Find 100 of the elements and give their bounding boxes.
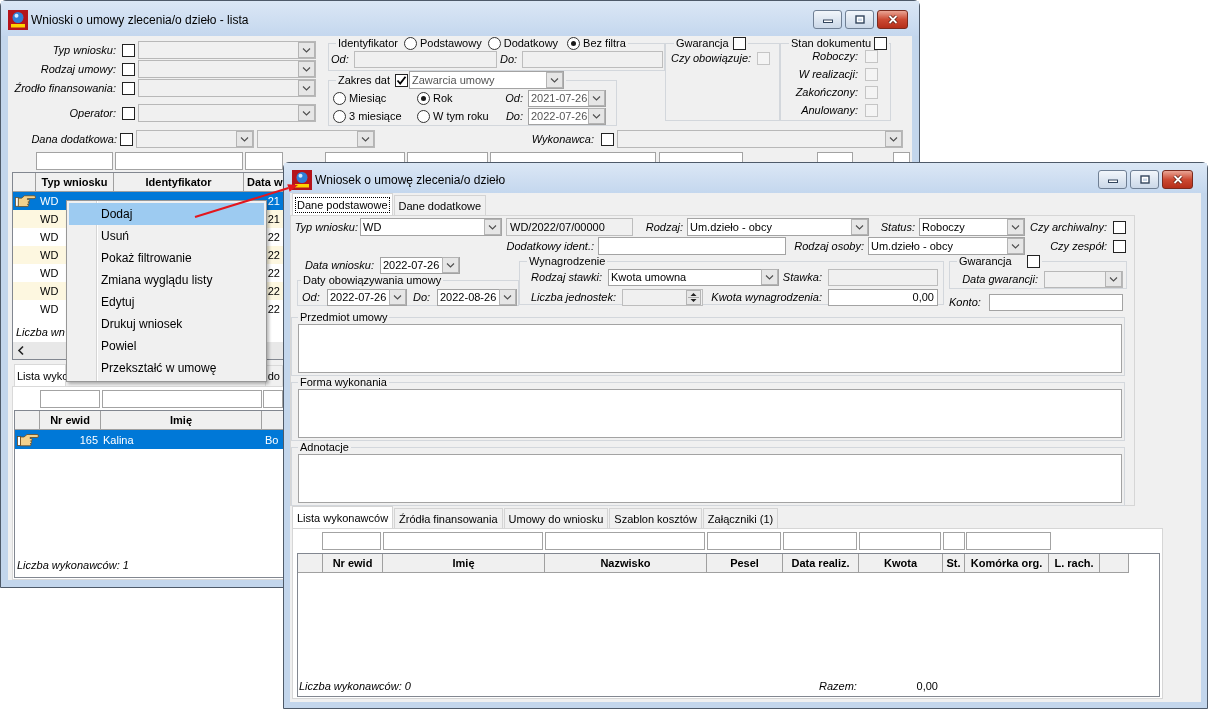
- radio-label[interactable]: Rok: [433, 91, 453, 105]
- tab[interactable]: Dane dodatkowe: [393, 195, 487, 215]
- radio-button[interactable]: [403, 37, 417, 50]
- amount-field[interactable]: 0,00: [828, 288, 938, 306]
- dropdown[interactable]: Zawarcia umowy: [408, 71, 564, 89]
- checkbox[interactable]: [394, 73, 408, 87]
- radio-label[interactable]: Miesiąc: [349, 91, 387, 105]
- radio-button[interactable]: [567, 37, 581, 50]
- checkbox[interactable]: [1026, 255, 1040, 268]
- filter-field[interactable]: [707, 532, 781, 550]
- minimize-button[interactable]: [1098, 170, 1127, 189]
- date-picker[interactable]: 2022-07-26: [528, 107, 606, 125]
- column-header[interactable]: Imię: [101, 411, 262, 430]
- date-picker[interactable]: 2022-07-26: [327, 288, 407, 306]
- tab[interactable]: Szablon kosztów: [609, 508, 702, 528]
- maximize-button[interactable]: [845, 10, 874, 29]
- filter-field[interactable]: [322, 532, 381, 550]
- filter-field[interactable]: [245, 152, 283, 170]
- radio-button[interactable]: [487, 37, 501, 50]
- tab[interactable]: Lista wykonawców: [292, 506, 394, 528]
- dropdown[interactable]: Roboczy: [919, 218, 1025, 236]
- column-header[interactable]: Data realiz.: [783, 554, 859, 573]
- radio-label[interactable]: Podstawowy: [419, 37, 482, 50]
- text-field[interactable]: [989, 293, 1123, 311]
- checkbox[interactable]: [874, 37, 888, 50]
- menu-item[interactable]: Przekształć w umowę: [69, 357, 264, 379]
- maximize-button[interactable]: [1130, 170, 1159, 189]
- menu-item[interactable]: Zmiana wyglądu listy: [69, 269, 264, 291]
- checkbox[interactable]: [1113, 239, 1126, 253]
- column-header[interactable]: Imię: [383, 554, 545, 573]
- radio-label[interactable]: 3 miesiące: [349, 109, 402, 123]
- filter-field[interactable]: [659, 152, 743, 162]
- radio-button[interactable]: [417, 91, 430, 105]
- checkbox[interactable]: [120, 132, 133, 146]
- filter-field[interactable]: [893, 152, 910, 162]
- text-area[interactable]: [298, 324, 1122, 373]
- filter-field[interactable]: [490, 152, 656, 162]
- tab[interactable]: Umowy do wniosku: [503, 508, 609, 528]
- menu-item[interactable]: Pokaż filtrowanie: [69, 247, 264, 269]
- checkbox[interactable]: [122, 43, 135, 57]
- filter-field[interactable]: [545, 532, 705, 550]
- close-button[interactable]: [1162, 170, 1193, 189]
- tab[interactable]: Dane podstawowe: [292, 193, 393, 215]
- filter-field[interactable]: [407, 152, 488, 162]
- column-header[interactable]: L. rach.: [1049, 554, 1100, 573]
- dropdown[interactable]: [257, 130, 375, 148]
- filter-field[interactable]: [263, 390, 283, 408]
- date-picker[interactable]: 2021-07-26: [528, 89, 606, 107]
- close-button[interactable]: [877, 10, 908, 29]
- filter-field[interactable]: [102, 390, 262, 408]
- radio-label[interactable]: W tym roku: [433, 109, 489, 123]
- filter-field[interactable]: [859, 532, 941, 550]
- column-header[interactable]: Komórka org.: [965, 554, 1049, 573]
- menu-item[interactable]: Usuń: [69, 225, 264, 247]
- table-row[interactable]: 165 Kalina Bo: [15, 430, 283, 449]
- dropdown[interactable]: WD: [360, 218, 502, 236]
- date-picker[interactable]: 2022-08-26: [437, 288, 517, 306]
- text-area[interactable]: [298, 389, 1122, 438]
- column-header[interactable]: Nazwisko: [545, 554, 707, 573]
- filter-field[interactable]: [325, 152, 405, 162]
- column-header[interactable]: Nr ewid: [323, 554, 383, 573]
- date-picker[interactable]: 2022-07-26: [380, 256, 460, 274]
- filter-field[interactable]: [783, 532, 857, 550]
- menu-item[interactable]: Dodaj: [69, 203, 264, 225]
- radio-button[interactable]: [333, 109, 346, 123]
- filter-field[interactable]: [817, 152, 853, 162]
- menu-item[interactable]: Drukuj wniosek: [69, 313, 264, 335]
- tab[interactable]: Załączniki (1): [702, 508, 779, 528]
- column-header[interactable]: Identyfikator: [114, 173, 244, 192]
- menu-item[interactable]: Edytuj: [69, 291, 264, 313]
- radio-button[interactable]: [417, 109, 430, 123]
- minimize-button[interactable]: [813, 10, 842, 29]
- filter-field[interactable]: [943, 532, 965, 550]
- radio-label[interactable]: Bez filtra: [583, 37, 626, 50]
- filter-field[interactable]: [966, 532, 1051, 550]
- radio-label[interactable]: Dodatkowy: [503, 37, 559, 50]
- column-header[interactable]: Typ wniosku: [36, 173, 114, 192]
- radio-button[interactable]: [333, 91, 346, 105]
- dropdown[interactable]: Um.dzieło - obcy: [687, 218, 869, 236]
- column-header[interactable]: St.: [943, 554, 965, 573]
- tab[interactable]: Źródła finansowania: [394, 508, 503, 528]
- column-header[interactable]: Kwota: [859, 554, 943, 573]
- checkbox[interactable]: [1113, 220, 1126, 234]
- checkbox[interactable]: [122, 81, 135, 95]
- filter-field[interactable]: [40, 390, 100, 408]
- filter-field[interactable]: [383, 532, 543, 550]
- filter-field[interactable]: [36, 152, 113, 170]
- filter-field[interactable]: [115, 152, 243, 170]
- text-area[interactable]: [298, 454, 1122, 503]
- checkbox[interactable]: [732, 37, 746, 50]
- column-header[interactable]: Data w: [244, 173, 283, 192]
- dropdown[interactable]: Um.dzieło - obcy: [868, 237, 1025, 255]
- column-header[interactable]: Pesel: [707, 554, 783, 573]
- menu-item[interactable]: Powiel: [69, 335, 264, 357]
- column-header[interactable]: Nr ewid: [40, 411, 101, 430]
- checkbox[interactable]: [122, 62, 135, 76]
- text-field[interactable]: [598, 237, 786, 255]
- checkbox[interactable]: [122, 106, 135, 120]
- dropdown[interactable]: Kwota umowna: [608, 268, 779, 286]
- checkbox[interactable]: [601, 132, 614, 146]
